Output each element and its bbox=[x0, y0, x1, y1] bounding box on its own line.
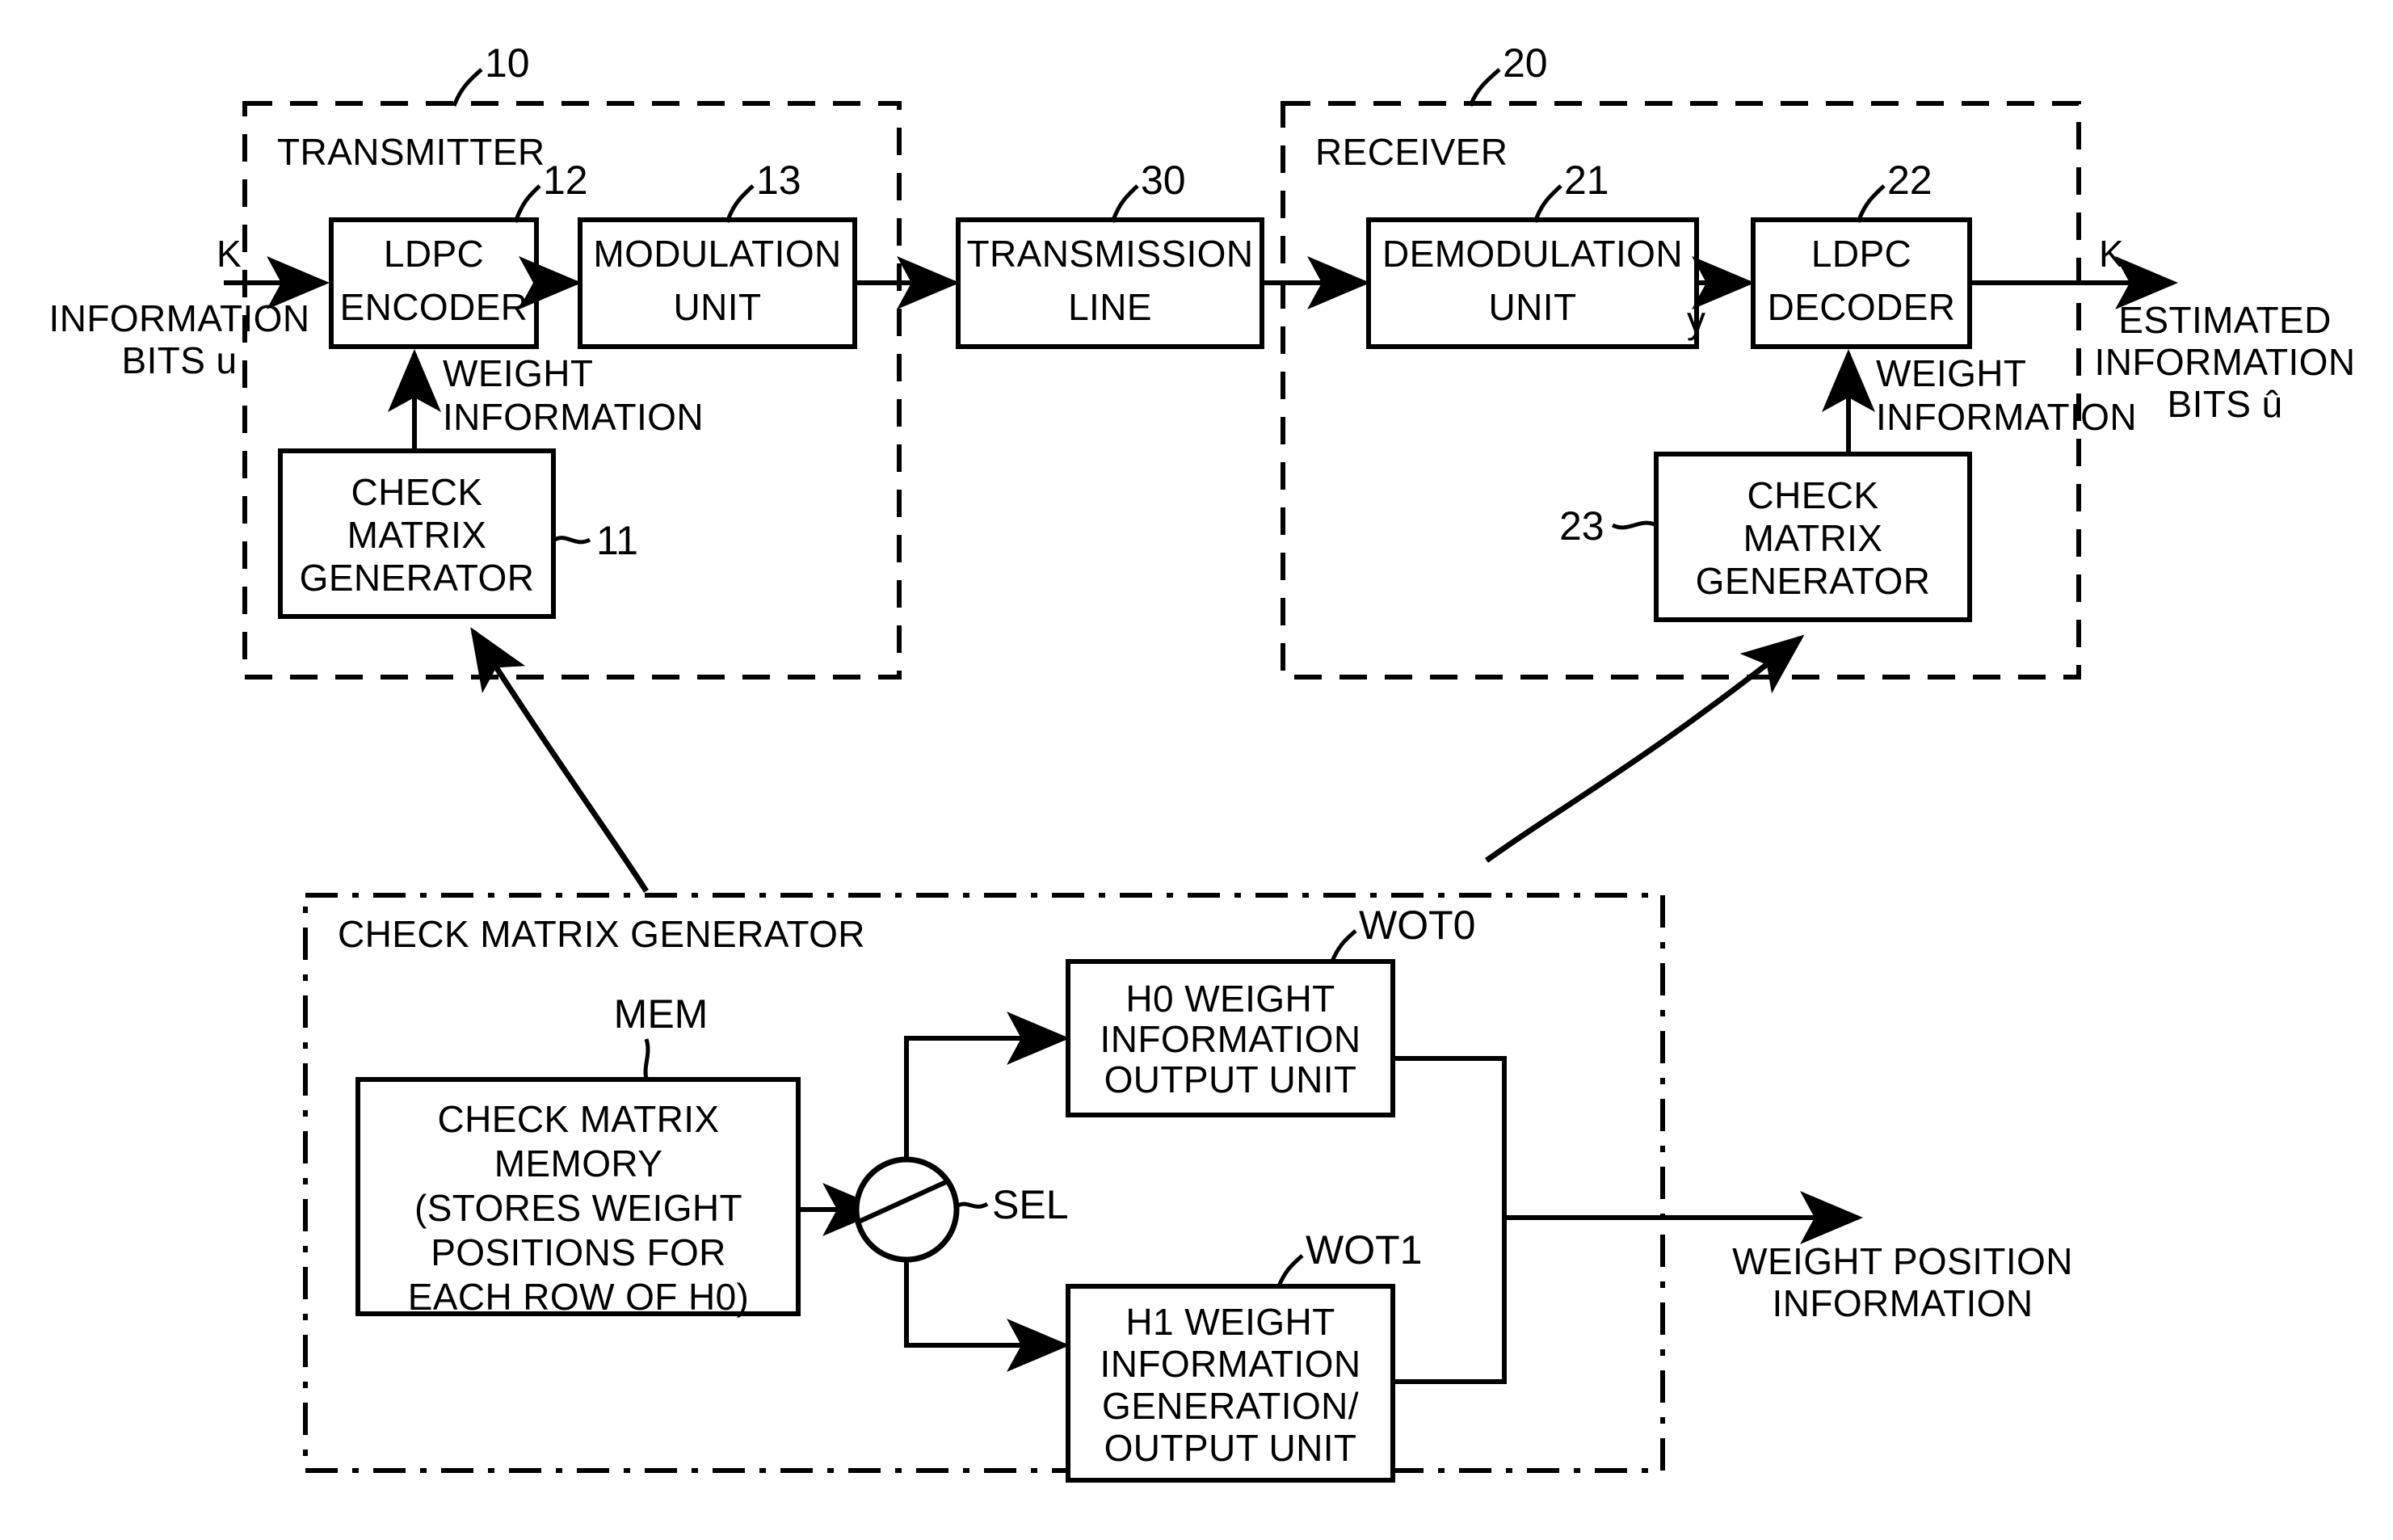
rx-weight-info-label-line2: INFORMATION bbox=[1876, 396, 2137, 438]
h0-unit-ref-leader bbox=[1329, 929, 1357, 964]
check-matrix-memory-line5: EACH ROW OF H0) bbox=[408, 1276, 750, 1318]
h1-unit-label-line2: INFORMATION bbox=[1100, 1343, 1361, 1385]
transmitter-ref-leader bbox=[452, 68, 483, 107]
check-matrix-memory-ref-leader bbox=[643, 1038, 650, 1080]
modulation-unit-label-line2: UNIT bbox=[674, 286, 762, 328]
transmission-line-label-line1: TRANSMISSION bbox=[967, 233, 1254, 275]
h0-output-bus-wire bbox=[1393, 1056, 1507, 1218]
selector-switch-icon[interactable] bbox=[853, 1156, 960, 1263]
tx-cmg-ref-leader bbox=[552, 536, 591, 545]
h1-unit-label-line3: GENERATION/ bbox=[1102, 1385, 1359, 1427]
demodulation-unit-label-line1: DEMODULATION bbox=[1382, 233, 1683, 275]
transmission-line-label-line2: LINE bbox=[1068, 286, 1152, 328]
h0-unit-ref-number: WOT0 bbox=[1359, 903, 1475, 948]
output-bits-label-line3: BITS û bbox=[2167, 383, 2282, 425]
demod-output-signal-label: y bbox=[1687, 299, 1705, 341]
tx-cmg-label-line2: MATRIX bbox=[347, 514, 487, 556]
demodulation-unit-ref-leader bbox=[1533, 184, 1562, 223]
check-matrix-memory-line2: MEMORY bbox=[494, 1142, 663, 1184]
transmission-line-ref-leader bbox=[1110, 184, 1139, 223]
detail-to-rx-cmg-connector bbox=[1484, 634, 1805, 863]
ldpc-encoder-label-line2: ENCODER bbox=[340, 286, 528, 328]
rx-cmg-label-line2: MATRIX bbox=[1743, 517, 1883, 559]
selector-ref-leader bbox=[955, 1201, 989, 1209]
transmitter-label: TRANSMITTER bbox=[277, 131, 545, 173]
selector-ref-number: SEL bbox=[992, 1182, 1069, 1227]
receiver-ref-leader bbox=[1468, 68, 1501, 107]
h0-unit-label-line2: INFORMATION bbox=[1100, 1018, 1361, 1060]
weight-position-info-label-line2: INFORMATION bbox=[1773, 1282, 2033, 1324]
rx-cmg-label-line3: GENERATOR bbox=[1696, 560, 1931, 602]
tx-weight-info-label-line1: WEIGHT bbox=[443, 352, 593, 394]
rx-weight-info-label-line1: WEIGHT bbox=[1876, 352, 2026, 394]
receiver-ref-number: 20 bbox=[1503, 40, 1548, 86]
ldpc-decoder-ref-number: 22 bbox=[1887, 158, 1932, 203]
demodulation-unit-label-line2: UNIT bbox=[1489, 286, 1577, 328]
h1-unit-ref-leader bbox=[1276, 1254, 1304, 1289]
input-bits-label-line2: BITS u bbox=[121, 339, 237, 381]
demodulation-unit-ref-number: 21 bbox=[1564, 158, 1609, 203]
rx-cmg-ref-leader bbox=[1611, 520, 1658, 530]
rx-cmg-ref-number: 23 bbox=[1559, 503, 1604, 549]
tx-cmg-label-line3: GENERATOR bbox=[300, 557, 535, 599]
ldpc-decoder-ref-leader bbox=[1856, 184, 1886, 223]
detail-title-label: CHECK MATRIX GENERATOR bbox=[338, 913, 865, 955]
tx-cmg-ref-number: 11 bbox=[596, 518, 638, 563]
modulation-unit-label-line1: MODULATION bbox=[593, 233, 841, 275]
selector-to-h1-wire bbox=[904, 1260, 1070, 1372]
h1-unit-label-line4: OUTPUT UNIT bbox=[1104, 1427, 1357, 1469]
h0-unit-label-line1: H0 WEIGHT bbox=[1125, 978, 1335, 1020]
input-bits-label-line1: INFORMATION bbox=[49, 297, 310, 339]
h0-unit-label-line3: OUTPUT UNIT bbox=[1104, 1058, 1357, 1100]
h1-unit-label-line1: H1 WEIGHT bbox=[1125, 1301, 1335, 1343]
rx-cmg-label-line1: CHECK bbox=[1747, 474, 1878, 516]
ldpc-encoder-ref-leader bbox=[513, 184, 541, 223]
tx-cmg-label-line1: CHECK bbox=[351, 471, 482, 513]
detail-to-tx-cmg-connector bbox=[470, 627, 649, 893]
transmission-line-ref-number: 30 bbox=[1141, 158, 1186, 203]
check-matrix-memory-line4: POSITIONS FOR bbox=[431, 1231, 726, 1273]
patent-figure: TRANSMITTER 10 RECEIVER 20 K INFORMATION… bbox=[0, 0, 2393, 1540]
transmitter-ref-number: 10 bbox=[485, 40, 530, 86]
tx-weight-info-label-line2: INFORMATION bbox=[443, 396, 704, 438]
modulation-unit-ref-leader bbox=[725, 184, 755, 223]
receiver-label: RECEIVER bbox=[1315, 131, 1508, 173]
ldpc-decoder-label-line2: DECODER bbox=[1768, 286, 1956, 328]
output-k-label: K bbox=[2099, 233, 2124, 275]
output-bits-label-line1: ESTIMATED bbox=[2118, 299, 2331, 341]
weight-position-info-label-line1: WEIGHT POSITION bbox=[1732, 1240, 2073, 1282]
ldpc-encoder-ref-number: 12 bbox=[543, 158, 588, 203]
output-bits-label-line2: INFORMATION bbox=[2095, 341, 2356, 383]
modulation-unit-ref-number: 13 bbox=[756, 158, 801, 203]
ldpc-encoder-label-line1: LDPC bbox=[384, 233, 484, 275]
check-matrix-memory-ref-number: MEM bbox=[614, 991, 709, 1037]
selector-to-h0-wire bbox=[904, 1012, 1070, 1159]
check-matrix-memory-line1: CHECK MATRIX bbox=[438, 1098, 720, 1140]
ldpc-decoder-label-line1: LDPC bbox=[1811, 233, 1911, 275]
input-k-label: K bbox=[217, 233, 242, 275]
h1-unit-ref-number: WOT1 bbox=[1306, 1227, 1422, 1273]
check-matrix-memory-line3: (STORES WEIGHT bbox=[414, 1187, 742, 1229]
